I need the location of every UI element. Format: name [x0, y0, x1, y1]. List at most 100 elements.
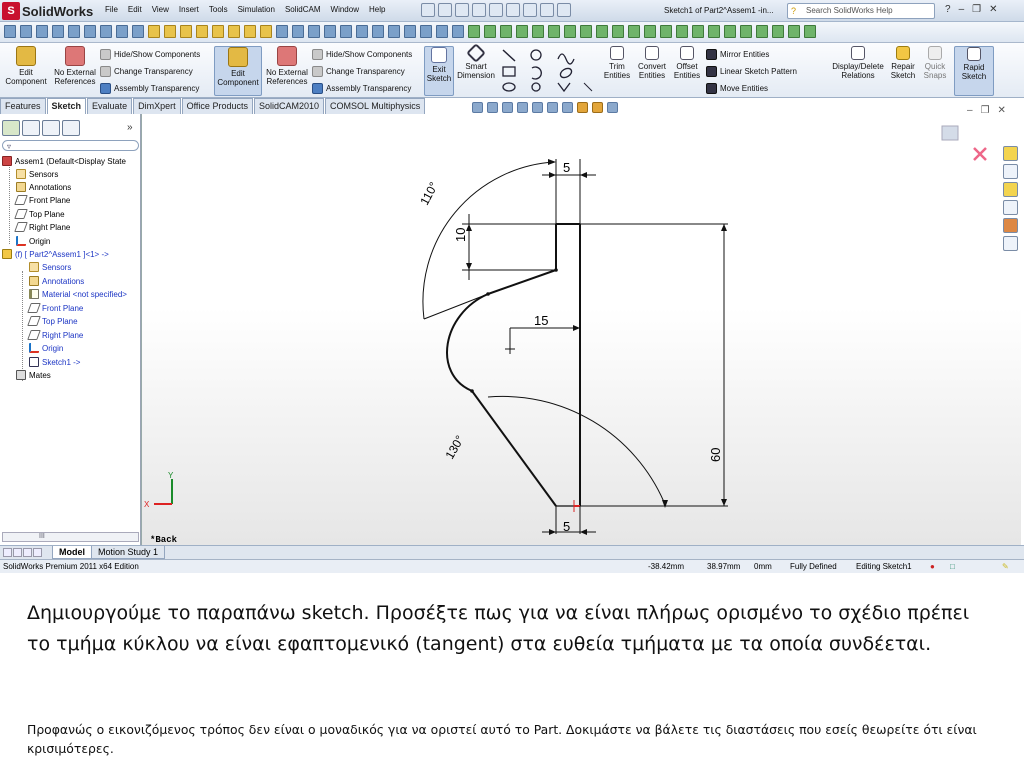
tree-item-mates[interactable]: Mates: [16, 370, 51, 380]
menu-file[interactable]: File: [100, 5, 123, 14]
dim-text-top-5[interactable]: 5: [563, 160, 570, 175]
view-tool-icon[interactable]: [628, 25, 640, 38]
view-tool-icon[interactable]: [468, 25, 480, 38]
view-tool-icon[interactable]: [596, 25, 608, 38]
tree-item-part2[interactable]: (f) [ Part2^Assem1 ]<1> ->: [2, 249, 109, 259]
tab-comsol[interactable]: COMSOL Multiphysics: [325, 98, 426, 114]
part-tool-icon[interactable]: [372, 25, 384, 38]
tree-item-part-top-plane[interactable]: Top Plane: [27, 316, 78, 326]
profile-upper-line[interactable]: [487, 224, 557, 295]
line-tool-icon[interactable]: [502, 49, 516, 62]
change-transparency-button[interactable]: Change Transparency: [100, 66, 193, 77]
rebuild-icon[interactable]: [523, 3, 537, 17]
part-tool-icon[interactable]: [452, 25, 464, 38]
sketch-tool-icon[interactable]: [196, 25, 208, 38]
edit-status-icon[interactable]: ✎: [1002, 562, 1009, 571]
sketch-tool-icon[interactable]: [164, 25, 176, 38]
part-tool-icon[interactable]: [404, 25, 416, 38]
slot-tool-icon[interactable]: [502, 82, 516, 92]
part-tool-icon[interactable]: [324, 25, 336, 38]
restore-icon[interactable]: ❐: [972, 4, 981, 15]
assembly-tool-icon[interactable]: [52, 25, 64, 38]
change-transparency-button-2[interactable]: Change Transparency: [312, 66, 405, 77]
tree-item-annotations[interactable]: Annotations: [16, 182, 71, 192]
assembly-transparency-button-2[interactable]: Assembly Transparency: [312, 83, 411, 94]
part-tool-icon[interactable]: [340, 25, 352, 38]
centerline-tool-icon[interactable]: [583, 82, 593, 92]
tab-features[interactable]: Features: [0, 98, 46, 114]
search-help-input[interactable]: ? Search SolidWorks Help: [787, 3, 935, 19]
menu-view[interactable]: View: [147, 5, 174, 14]
view-tool-icon[interactable]: [804, 25, 816, 38]
view-tool-icon[interactable]: [612, 25, 624, 38]
part-tool-icon[interactable]: [436, 25, 448, 38]
print-icon[interactable]: [472, 3, 486, 17]
move-entities-button[interactable]: Move Entities: [706, 83, 768, 94]
mirror-entities-button[interactable]: Mirror Entities: [706, 49, 769, 60]
apply-scene-icon[interactable]: [592, 102, 603, 113]
rebuild-status-icon[interactable]: ●: [930, 562, 935, 571]
rectangle-tool-icon[interactable]: [502, 66, 516, 77]
view-tool-icon[interactable]: [516, 25, 528, 38]
display-delete-relations-button[interactable]: Display/Delete Relations: [830, 46, 886, 96]
sketch-tool-icon[interactable]: [260, 25, 272, 38]
edit-component-button-2[interactable]: Edit Component: [214, 46, 262, 96]
point-tool-icon[interactable]: [531, 82, 541, 92]
linear-sketch-pattern-button[interactable]: Linear Sketch Pattern: [706, 66, 797, 77]
dim-text-width-15[interactable]: 15: [534, 313, 548, 328]
tree-item-origin[interactable]: Origin: [16, 236, 50, 246]
menu-help[interactable]: Help: [364, 5, 390, 14]
view-tool-icon[interactable]: [772, 25, 784, 38]
zoom-to-area-icon[interactable]: [487, 102, 498, 113]
feature-tree-filter[interactable]: ▿: [2, 140, 139, 151]
view-tool-icon[interactable]: [788, 25, 800, 38]
menu-window[interactable]: Window: [326, 5, 364, 14]
sketch-tool-icon[interactable]: [212, 25, 224, 38]
ellipse-tool-icon[interactable]: [559, 67, 573, 80]
tree-item-sensors[interactable]: Sensors: [16, 169, 58, 179]
help-menu-icon[interactable]: ?: [945, 4, 951, 15]
next-tab-icon[interactable]: [23, 548, 32, 557]
part-tool-icon[interactable]: [276, 25, 288, 38]
part-tool-icon[interactable]: [388, 25, 400, 38]
tangent-arc-segment[interactable]: [446, 293, 489, 392]
tree-item-part-front-plane[interactable]: Front Plane: [27, 303, 83, 313]
dim-text-height-10[interactable]: 10: [453, 228, 468, 242]
menu-insert[interactable]: Insert: [174, 5, 204, 14]
edit-appearance-icon[interactable]: [577, 102, 588, 113]
appearance-tab-icon[interactable]: [62, 120, 80, 136]
no-external-references-button-2[interactable]: No External References: [264, 46, 310, 96]
part-tool-icon[interactable]: [308, 25, 320, 38]
tree-item-part-annotations[interactable]: Annotations: [29, 276, 84, 286]
hide-show-items-icon[interactable]: [562, 102, 573, 113]
sketch-tool-icon[interactable]: [244, 25, 256, 38]
feature-tree-tab-icon[interactable]: [2, 120, 20, 136]
convert-entities-button[interactable]: Convert Entities: [634, 46, 670, 96]
tree-item-material[interactable]: Material <not specified>: [29, 289, 127, 299]
minimize-icon[interactable]: –: [959, 4, 965, 15]
zoom-to-fit-icon[interactable]: [472, 102, 483, 113]
menu-tools[interactable]: Tools: [204, 5, 233, 14]
tab-evaluate[interactable]: Evaluate: [87, 98, 133, 114]
tab-sketch[interactable]: Sketch: [46, 98, 87, 114]
tree-item-top-plane[interactable]: Top Plane: [14, 209, 65, 219]
hide-show-components-button-2[interactable]: Hide/Show Components: [312, 49, 412, 60]
tree-item-part-right-plane[interactable]: Right Plane: [27, 330, 83, 340]
tab-motion-study[interactable]: Motion Study 1: [91, 546, 166, 559]
close-icon[interactable]: ✕: [989, 4, 997, 15]
file-properties-icon[interactable]: [540, 3, 554, 17]
sketch-point[interactable]: [554, 268, 558, 272]
circle-tool-icon[interactable]: [530, 49, 542, 61]
assembly-tool-icon[interactable]: [4, 25, 16, 38]
hide-show-components-button[interactable]: Hide/Show Components: [100, 49, 200, 60]
property-manager-tab-icon[interactable]: [22, 120, 40, 136]
sketch-tool-icon[interactable]: [148, 25, 160, 38]
view-tool-icon[interactable]: [500, 25, 512, 38]
view-tool-icon[interactable]: [756, 25, 768, 38]
assembly-tool-icon[interactable]: [116, 25, 128, 38]
feature-tree-scrollbar[interactable]: III: [2, 532, 139, 542]
new-document-icon[interactable]: [421, 3, 435, 17]
more-tabs-chevron-icon[interactable]: »: [127, 122, 133, 133]
view-tool-icon[interactable]: [740, 25, 752, 38]
menu-solidcam[interactable]: SolidCAM: [280, 5, 326, 14]
